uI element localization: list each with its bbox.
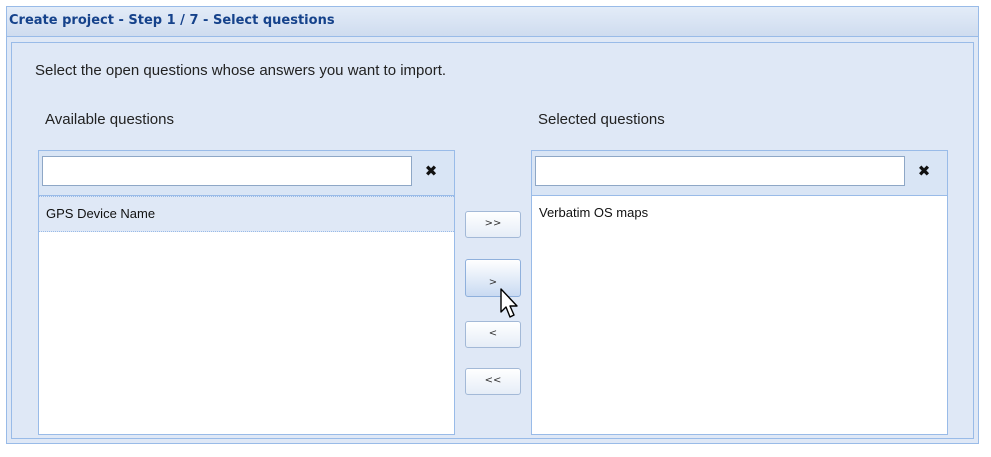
available-questions-label: Available questions [45,111,174,128]
remove-button[interactable]: < [465,321,521,348]
window-title: Create project - Step 1 / 7 - Select que… [7,7,978,37]
instruction-text: Select the open questions whose answers … [35,62,447,79]
close-icon[interactable]: ✖ [915,161,933,181]
add-all-button[interactable]: >> [465,211,521,238]
list-item-gps-device-name[interactable]: GPS Device Name [39,196,454,232]
selected-filter-input[interactable] [535,156,905,186]
remove-all-button[interactable]: << [465,368,521,395]
selected-questions-label: Selected questions [538,111,665,128]
selected-filter-toolbar: ✖ [532,151,947,196]
list-item-verbatim-os-maps[interactable]: Verbatim OS maps [532,196,947,232]
available-filter-input[interactable] [42,156,412,186]
available-questions-panel: ✖ GPS Device Name [38,150,455,435]
available-filter-toolbar: ✖ [39,151,454,196]
close-icon[interactable]: ✖ [422,161,440,181]
mouse-pointer-icon [500,288,518,318]
selected-questions-panel: ✖ Verbatim OS maps [531,150,948,435]
